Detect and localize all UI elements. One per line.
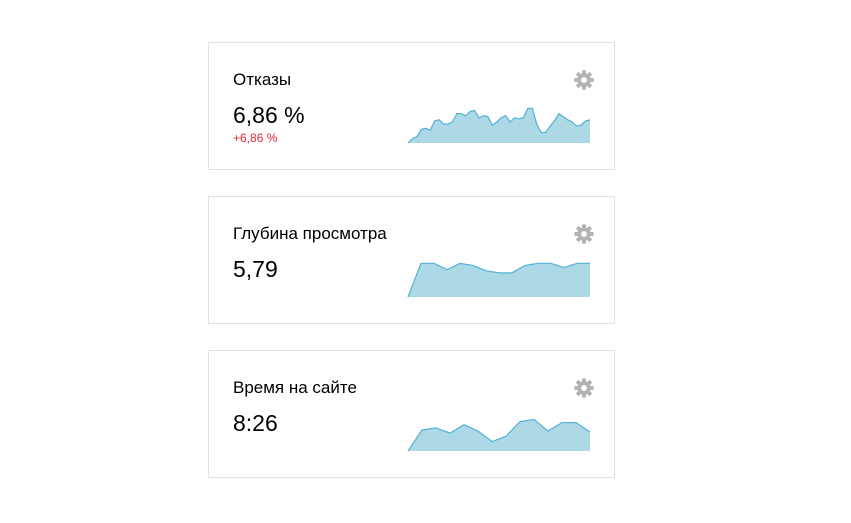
widget-value: 6,86 % [233,102,305,128]
widget-value: 8:26 [233,410,278,436]
gear-icon[interactable] [573,377,595,399]
metric-widget-time-on-site: Время на сайте 8:26 [208,350,615,478]
widget-title: Отказы [233,70,292,89]
sparkline-area [408,108,590,143]
sparkline-chart [407,418,591,452]
widget-delta: +6,86 % [233,131,278,145]
sparkline-area [408,263,590,297]
metric-widget-bounces: Отказы 6,86 % +6,86 % [208,42,615,170]
widget-value: 5,79 [233,256,278,282]
sparkline-chart [407,107,591,144]
sparkline-chart [407,262,590,298]
gear-icon[interactable] [573,223,595,245]
gear-icon[interactable] [573,69,595,91]
widget-title: Время на сайте [233,378,357,397]
sparkline-area [408,419,590,451]
metric-widget-depth: Глубина просмотра 5,79 [208,196,615,324]
widget-title: Глубина просмотра [233,224,387,243]
